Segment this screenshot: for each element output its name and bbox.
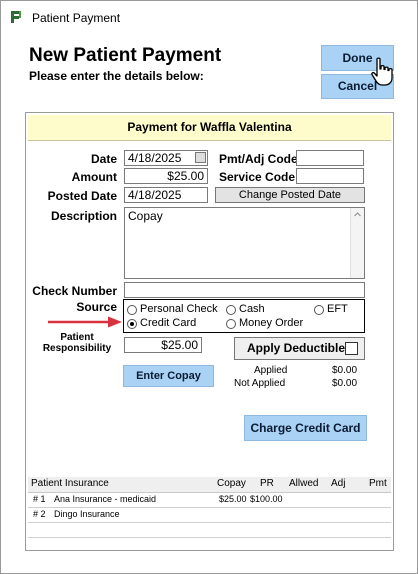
panel-title: Payment for Waffla Valentina	[28, 115, 391, 141]
patient-responsibility-line2: Responsibility	[42, 343, 112, 354]
page-title: New Patient Payment	[29, 45, 222, 66]
title-bar: Patient Payment	[1, 1, 417, 33]
window-title: Patient Payment	[32, 11, 121, 25]
page-subtitle: Please enter the details below:	[29, 69, 204, 83]
not-applied-label: Not Applied	[234, 378, 286, 389]
posted-date-field: 4/18/2025	[124, 187, 208, 203]
check-number-label: Check Number	[32, 284, 117, 298]
cash-radio[interactable]	[226, 305, 236, 315]
service-code-field[interactable]	[296, 168, 364, 184]
enter-copay-label: Enter Copay	[136, 370, 201, 382]
col-patient-insurance: Patient Insurance	[31, 478, 109, 489]
table-row-empty	[28, 523, 391, 538]
row-insurance-name: Dingo Insurance	[54, 509, 120, 519]
apply-deductible-checkbox[interactable]	[345, 342, 358, 355]
posted-date-label: Posted Date	[47, 189, 117, 203]
pmt-adj-code-label: Pmt/Adj Code	[219, 152, 298, 166]
row-insurance-name: Ana Insurance - medicaid	[54, 494, 157, 504]
row-copay: $25.00	[219, 494, 247, 504]
charge-credit-card-button[interactable]: Charge Credit Card	[244, 415, 367, 441]
table-row[interactable]: # 2 Dingo Insurance	[28, 508, 391, 523]
not-applied-value: $0.00	[332, 378, 358, 389]
amount-field[interactable]: $25.00	[124, 168, 208, 184]
date-label: Date	[90, 152, 117, 166]
personal-check-label[interactable]: Personal Check	[140, 303, 218, 315]
applied-label: Applied	[254, 365, 288, 376]
date-field[interactable]: 4/18/2025	[124, 150, 208, 166]
check-number-field[interactable]	[124, 282, 365, 298]
description-textarea[interactable]: Copay	[124, 207, 365, 279]
col-adj: Adj	[331, 478, 346, 489]
applied-value: $0.00	[332, 365, 358, 376]
money-order-label[interactable]: Money Order	[239, 317, 303, 329]
app-icon	[11, 11, 21, 23]
insurance-table-header: Patient Insurance Copay PR Allwed Adj Pm…	[28, 477, 391, 493]
patient-responsibility-label: Patient Responsibility	[34, 332, 120, 354]
change-posted-date-label: Change Posted Date	[238, 189, 342, 201]
row-number: # 1	[33, 494, 46, 504]
eft-radio[interactable]	[314, 305, 324, 315]
patient-responsibility-field[interactable]: $25.00	[124, 337, 202, 353]
payment-panel: Payment for Waffla Valentina Date 4/18/2…	[25, 112, 394, 551]
description-scrollbar[interactable]	[350, 208, 364, 278]
col-allowed: Allwed	[289, 478, 319, 489]
enter-copay-button[interactable]: Enter Copay	[123, 365, 214, 387]
red-arrow-icon	[48, 316, 122, 328]
row-number: # 2	[33, 509, 46, 519]
money-order-radio[interactable]	[226, 319, 236, 329]
cash-label[interactable]: Cash	[239, 303, 265, 315]
hand-cursor-icon	[371, 57, 393, 86]
col-pmt: Pmt	[369, 478, 387, 489]
date-value: 4/18/2025	[128, 151, 182, 165]
pmt-adj-code-field[interactable]	[296, 150, 364, 166]
col-pr: PR	[260, 478, 274, 489]
source-radio-group: Personal Check Cash EFT Credit Card Mone…	[123, 299, 365, 333]
charge-credit-card-label: Charge Credit Card	[250, 421, 361, 435]
credit-card-radio[interactable]	[127, 319, 137, 329]
amount-label: Amount	[71, 170, 117, 184]
personal-check-radio[interactable]	[127, 305, 137, 315]
table-row[interactable]: # 1 Ana Insurance - medicaid $25.00 $100…	[28, 493, 391, 508]
description-value: Copay	[128, 209, 163, 223]
done-label: Done	[342, 51, 373, 65]
calendar-icon[interactable]	[195, 152, 206, 163]
description-label: Description	[50, 209, 117, 223]
apply-deductible-label: Apply Deductible	[247, 341, 346, 355]
patient-responsibility-line1: Patient	[60, 332, 94, 343]
chevron-up-icon[interactable]	[351, 209, 364, 220]
col-copay: Copay	[217, 478, 246, 489]
credit-card-label[interactable]: Credit Card	[140, 317, 196, 329]
eft-label[interactable]: EFT	[327, 303, 348, 315]
source-label: Source	[76, 300, 117, 314]
row-pr: $100.00	[250, 494, 283, 504]
apply-deductible-button[interactable]: Apply Deductible	[234, 337, 365, 360]
patient-payment-window: Patient Payment New Patient Payment Plea…	[0, 0, 418, 574]
service-code-label: Service Code	[219, 170, 296, 184]
change-posted-date-button[interactable]: Change Posted Date	[215, 187, 365, 203]
